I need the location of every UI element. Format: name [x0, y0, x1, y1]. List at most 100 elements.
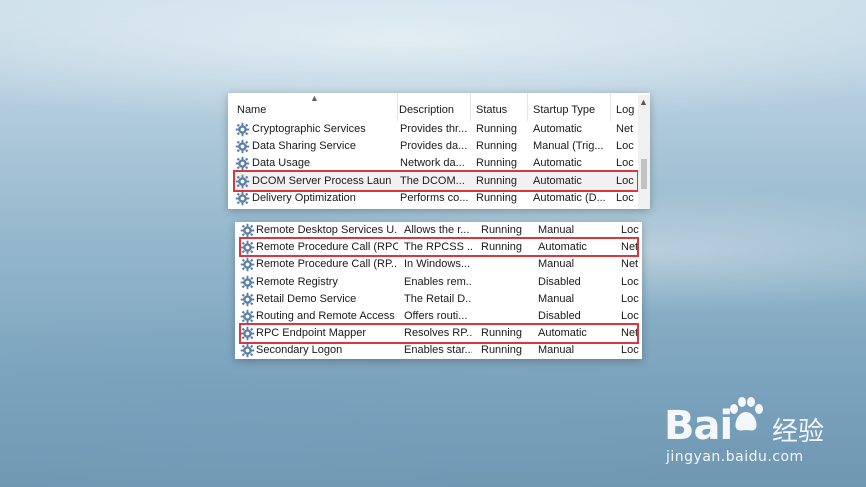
- service-startup-type: Automatic: [533, 174, 582, 187]
- service-row[interactable]: Data Usage Network da... Running Automatic L…: [228, 155, 650, 172]
- service-log-on-as: Loc: [621, 224, 639, 236]
- service-row[interactable]: Cryptographic Services Provides thr... Run…: [228, 121, 650, 138]
- column-startup-type[interactable]: Startup Type: [528, 93, 611, 121]
- service-status: Running: [481, 327, 522, 340]
- service-name: Remote Registry: [256, 275, 338, 288]
- service-gear-icon: [240, 240, 255, 255]
- watermark-brand-suffix: 经验: [772, 417, 825, 447]
- service-status: Running: [476, 191, 517, 204]
- service-description: Enables rem...: [404, 275, 472, 288]
- service-name: Remote Procedure Call (RPC): [256, 241, 398, 254]
- service-status: Running: [476, 140, 517, 153]
- column-header: Name ▲ Description Status Startup Type L…: [228, 93, 650, 121]
- service-row[interactable]: DCOM Server Process Laun... The DCOM... Ru…: [228, 173, 650, 190]
- scroll-up-icon[interactable]: ▲: [639, 97, 648, 107]
- service-gear-icon: [240, 343, 255, 358]
- service-startup-type: Automatic: [533, 123, 582, 135]
- service-status: Running: [481, 344, 522, 357]
- service-description: Enables star...: [404, 344, 472, 357]
- service-description: Performs co...: [400, 191, 468, 204]
- service-status: Running: [481, 241, 522, 254]
- service-startup-type: Automatic: [538, 327, 587, 340]
- service-name: Routing and Remote Access: [256, 310, 395, 322]
- service-row[interactable]: Remote Desktop Services U... Allows the r…: [235, 222, 642, 239]
- service-status: Running: [476, 174, 517, 187]
- service-description: The DCOM...: [400, 174, 465, 187]
- service-row[interactable]: Data Sharing Service Provides da... Runnin…: [228, 138, 650, 155]
- service-gear-icon: [240, 223, 255, 238]
- service-startup-type: Manual: [538, 344, 575, 357]
- service-gear-icon: [240, 326, 255, 341]
- service-log-on-as: Loc: [621, 275, 639, 288]
- service-log-on-as: Net: [621, 327, 639, 340]
- service-status: Running: [476, 123, 517, 135]
- service-startup-type: Manual: [538, 292, 575, 305]
- service-startup-type: Manual: [538, 224, 575, 236]
- service-status: Running: [481, 224, 522, 236]
- service-description: The RPCSS ...: [404, 241, 472, 254]
- service-row[interactable]: Secondary Logon Enables star... Running Man…: [235, 342, 642, 359]
- service-gear-icon: [235, 139, 250, 154]
- watermark-url: jingyan.baidu.com: [666, 449, 804, 465]
- service-log-on-as: Loc: [616, 174, 634, 187]
- service-description: Network da...: [400, 157, 465, 170]
- service-log-on-as: Net: [616, 123, 634, 135]
- service-log-on-as: Loc: [616, 191, 634, 204]
- service-name: Remote Desktop Services U...: [256, 224, 398, 236]
- service-description: Allows the r...: [404, 224, 470, 236]
- service-status: [481, 291, 533, 308]
- service-gear-icon: [240, 275, 255, 290]
- service-name: RPC Endpoint Mapper: [256, 327, 367, 340]
- service-row[interactable]: Remote Registry Enables rem... Disabled Loc: [235, 274, 642, 291]
- column-status[interactable]: Status: [471, 93, 528, 121]
- service-log-on-as: Loc: [621, 292, 639, 305]
- service-name: Delivery Optimization: [252, 191, 356, 204]
- service-row[interactable]: Remote Procedure Call (RP... In Windows..…: [235, 256, 642, 273]
- service-startup-type: Disabled: [538, 275, 581, 288]
- service-log-on-as: Loc: [621, 310, 639, 322]
- service-log-on-as: Net: [621, 241, 639, 254]
- baidu-jingyan-watermark: Bai 经验 jingyan.baidu.com: [664, 395, 854, 475]
- services-list-top: Name ▲ Description Status Startup Type L…: [228, 93, 650, 209]
- service-name: Remote Procedure Call (RP...: [256, 258, 398, 271]
- service-gear-icon: [240, 292, 255, 307]
- service-log-on-as: Loc: [616, 157, 634, 170]
- service-gear-icon: [235, 174, 250, 189]
- service-startup-type: Automatic: [538, 241, 587, 254]
- service-log-on-as: Loc: [621, 344, 639, 357]
- service-startup-type: Automatic (D...: [533, 191, 606, 204]
- service-row[interactable]: Remote Procedure Call (RPC) The RPCSS ...…: [235, 239, 642, 256]
- watermark-brand: Bai: [664, 403, 733, 449]
- service-row[interactable]: Routing and Remote Access Offers routi...…: [235, 308, 642, 325]
- service-status: [481, 274, 533, 291]
- sort-ascending-icon: ▲: [310, 93, 319, 103]
- service-log-on-as: Net: [621, 258, 639, 271]
- service-startup-type: Manual (Trig...: [533, 140, 604, 153]
- service-name: Cryptographic Services: [252, 123, 366, 135]
- vertical-scrollbar[interactable]: ▲: [638, 95, 650, 209]
- service-gear-icon: [240, 309, 255, 324]
- column-description[interactable]: Description: [394, 93, 471, 121]
- service-description: Provides da...: [400, 140, 468, 153]
- service-description: Offers routi...: [404, 310, 468, 322]
- service-startup-type: Automatic: [533, 157, 582, 170]
- service-status: Running: [476, 157, 517, 170]
- service-status: [481, 308, 533, 325]
- service-row[interactable]: RPC Endpoint Mapper Resolves RP... Running…: [235, 325, 642, 342]
- service-gear-icon: [235, 122, 250, 137]
- service-status: [481, 256, 533, 273]
- services-list-bottom: Remote Desktop Services U... Allows the r…: [235, 222, 642, 359]
- service-description: The Retail D...: [404, 292, 472, 305]
- service-startup-type: Disabled: [538, 310, 581, 322]
- service-description: Resolves RP...: [404, 327, 472, 340]
- service-name: Data Usage: [252, 157, 311, 170]
- column-log-on-as[interactable]: Log: [611, 93, 641, 121]
- service-gear-icon: [235, 156, 250, 171]
- service-row[interactable]: Delivery Optimization Performs co... Runni…: [228, 190, 650, 207]
- scroll-thumb[interactable]: [641, 159, 647, 189]
- service-description: Provides thr...: [400, 123, 468, 135]
- service-row[interactable]: Retail Demo Service The Retail D... Manual…: [235, 291, 642, 308]
- service-description: In Windows...: [404, 258, 471, 271]
- service-startup-type: Manual: [538, 258, 575, 271]
- service-log-on-as: Loc: [616, 140, 634, 153]
